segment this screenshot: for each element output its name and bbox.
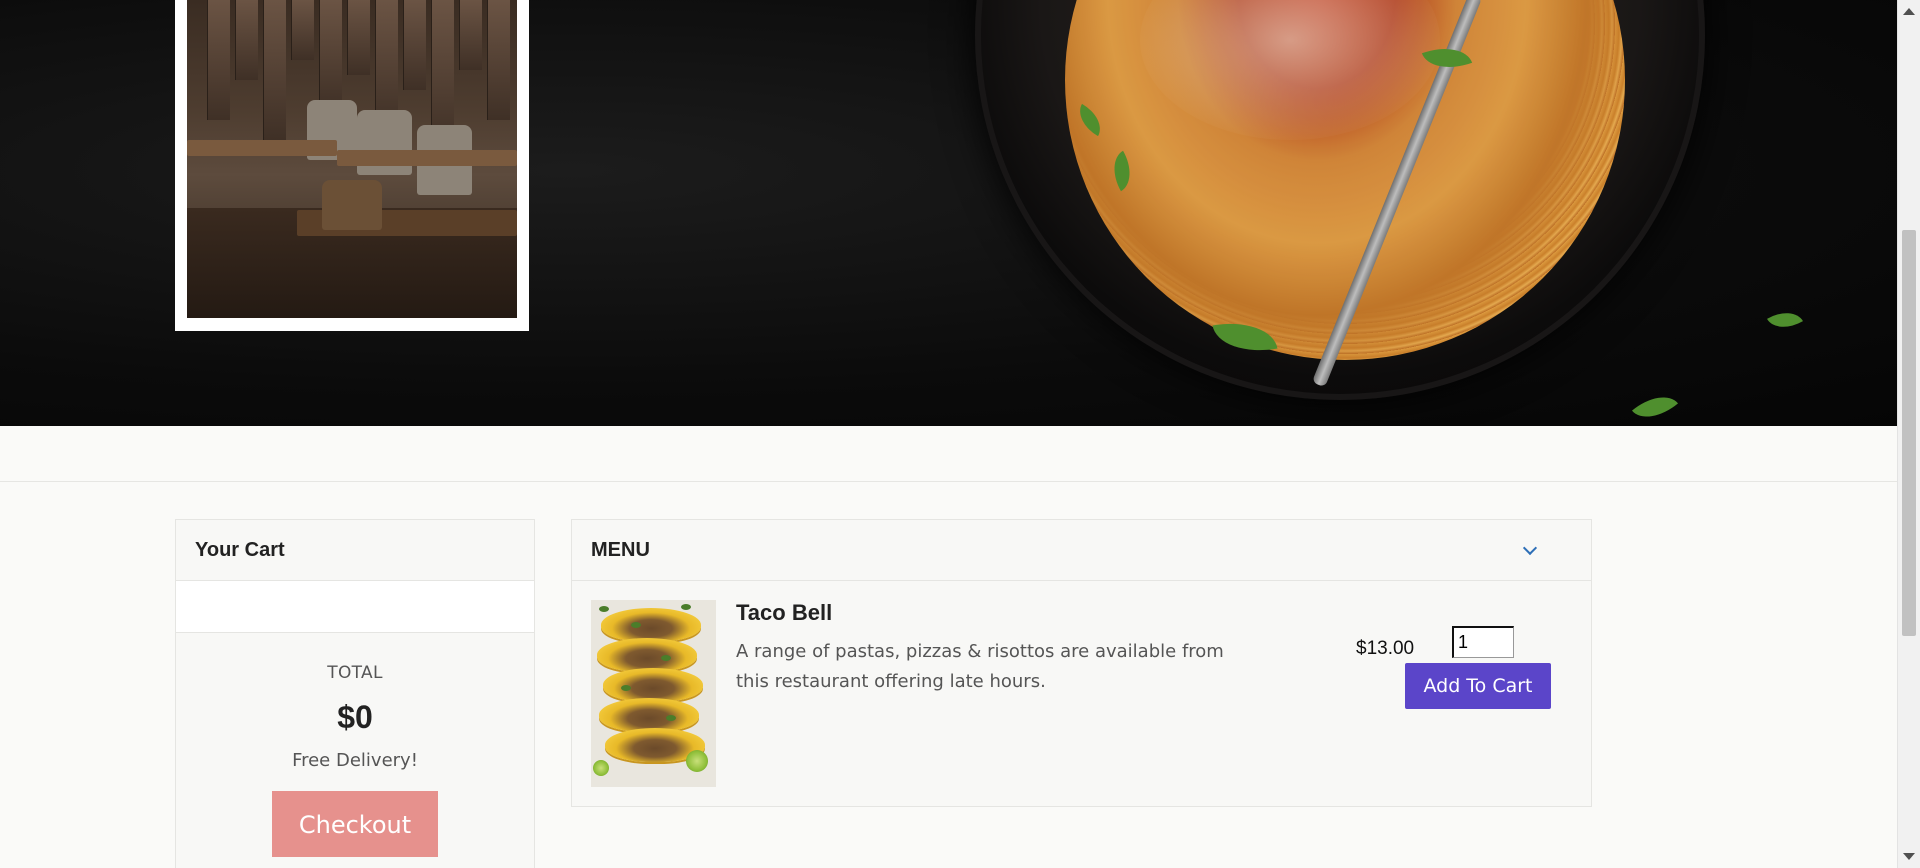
page-scrollbar[interactable] [1897, 0, 1920, 868]
menu-title: MENU [591, 538, 650, 561]
scrollbar-thumb[interactable] [1902, 230, 1916, 636]
cart-summary: TOTAL $0 Free Delivery! Checkout [176, 633, 534, 857]
menu-panel: MENU Taco Bell A range of pastas, pizzas [571, 519, 1592, 807]
hero-banner [0, 0, 1898, 426]
cart-panel: Your Cart TOTAL $0 Free Delivery! Checko… [175, 519, 535, 868]
menu-header[interactable]: MENU [572, 520, 1591, 581]
restaurant-interior-image [187, 0, 517, 318]
page: Your Cart TOTAL $0 Free Delivery! Checko… [0, 0, 1920, 868]
cart-total-value: $0 [337, 699, 373, 735]
basil-leaf-image [1767, 303, 1803, 337]
menu-item-description: A range of pastas, pizzas & risottos are… [736, 641, 1224, 692]
delivery-note: Free Delivery! [292, 750, 418, 771]
menu-item-price: $13.00 [1356, 638, 1415, 659]
menu-item: Taco Bell A range of pastas, pizzas & ri… [572, 581, 1591, 805]
restaurant-photo-card [175, 0, 529, 331]
scroll-down-icon[interactable] [1903, 853, 1915, 860]
menu-item-name: Taco Bell [736, 600, 833, 625]
add-to-cart-button[interactable]: Add To Cart [1405, 663, 1551, 709]
checkout-button[interactable]: Checkout [272, 791, 438, 857]
quantity-input[interactable] [1452, 626, 1514, 658]
cart-items-list [176, 581, 534, 633]
section-divider [0, 481, 1898, 482]
chevron-down-icon[interactable] [1522, 540, 1538, 556]
basil-leaf-image [1631, 384, 1679, 426]
cart-title: Your Cart [176, 520, 534, 581]
tacos-image [591, 600, 716, 787]
scroll-up-icon[interactable] [1903, 8, 1915, 15]
cart-total-label: TOTAL [327, 663, 383, 683]
